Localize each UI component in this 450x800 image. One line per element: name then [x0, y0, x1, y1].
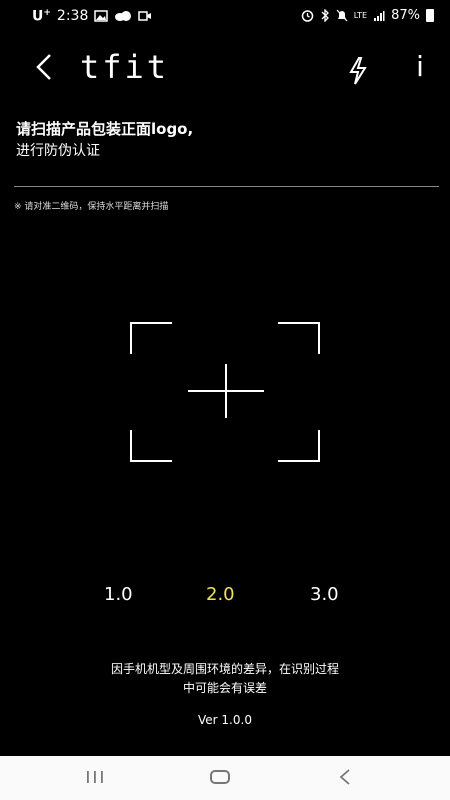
chevron-left-icon[interactable]	[30, 52, 60, 82]
divider	[14, 186, 439, 187]
accuracy-note-line2: 中可能会有误差	[182, 681, 267, 695]
instruction-subtitle: 进行防伪认证	[16, 143, 100, 159]
status-left: U+ 2:38	[32, 8, 152, 25]
scan-hint: ※ 请对准二维码，保持水平距离并扫描	[14, 202, 169, 212]
back-nav-icon[interactable]	[338, 768, 352, 786]
video-icon	[138, 11, 152, 22]
alarm-icon	[301, 10, 314, 22]
cloud-icon	[115, 11, 132, 22]
zoom-option-1[interactable]: 1.0	[104, 584, 133, 605]
network-type: LTE	[353, 10, 368, 20]
home-icon[interactable]	[210, 770, 230, 784]
system-nav-bar	[0, 756, 450, 800]
battery-icon	[426, 9, 434, 22]
battery-percent: 87%	[391, 8, 420, 23]
status-time: 2:38	[56, 8, 89, 25]
zoom-option-2[interactable]: 2.0	[206, 584, 235, 605]
accuracy-note-line1: 因手机机型及周围环境的差异，在识别过程	[110, 662, 339, 676]
gallery-icon	[94, 10, 109, 23]
recents-icon[interactable]	[85, 770, 105, 784]
flash-icon[interactable]	[346, 56, 370, 86]
brand-logo: tfit	[80, 48, 170, 86]
scan-corner-top-right	[278, 322, 320, 354]
bluetooth-icon	[321, 9, 329, 22]
version-label: Ver 1.0.0	[198, 713, 252, 727]
status-bar: U+ 2:38 LTE 87%	[0, 0, 450, 34]
instruction-title: 请扫描产品包装正面logo,	[16, 120, 194, 138]
scan-frame	[130, 322, 320, 462]
scan-corner-top-left	[130, 322, 172, 354]
crosshair-vertical	[225, 364, 227, 418]
zoom-option-3[interactable]: 3.0	[310, 584, 339, 605]
carrier-label: U+	[32, 8, 51, 25]
scan-corner-bottom-right	[278, 430, 320, 462]
mute-icon	[336, 9, 348, 22]
scan-corner-bottom-left	[130, 430, 172, 462]
signal-icon	[374, 10, 385, 21]
status-right: LTE 87%	[301, 8, 434, 23]
info-button[interactable]: i	[410, 50, 430, 83]
